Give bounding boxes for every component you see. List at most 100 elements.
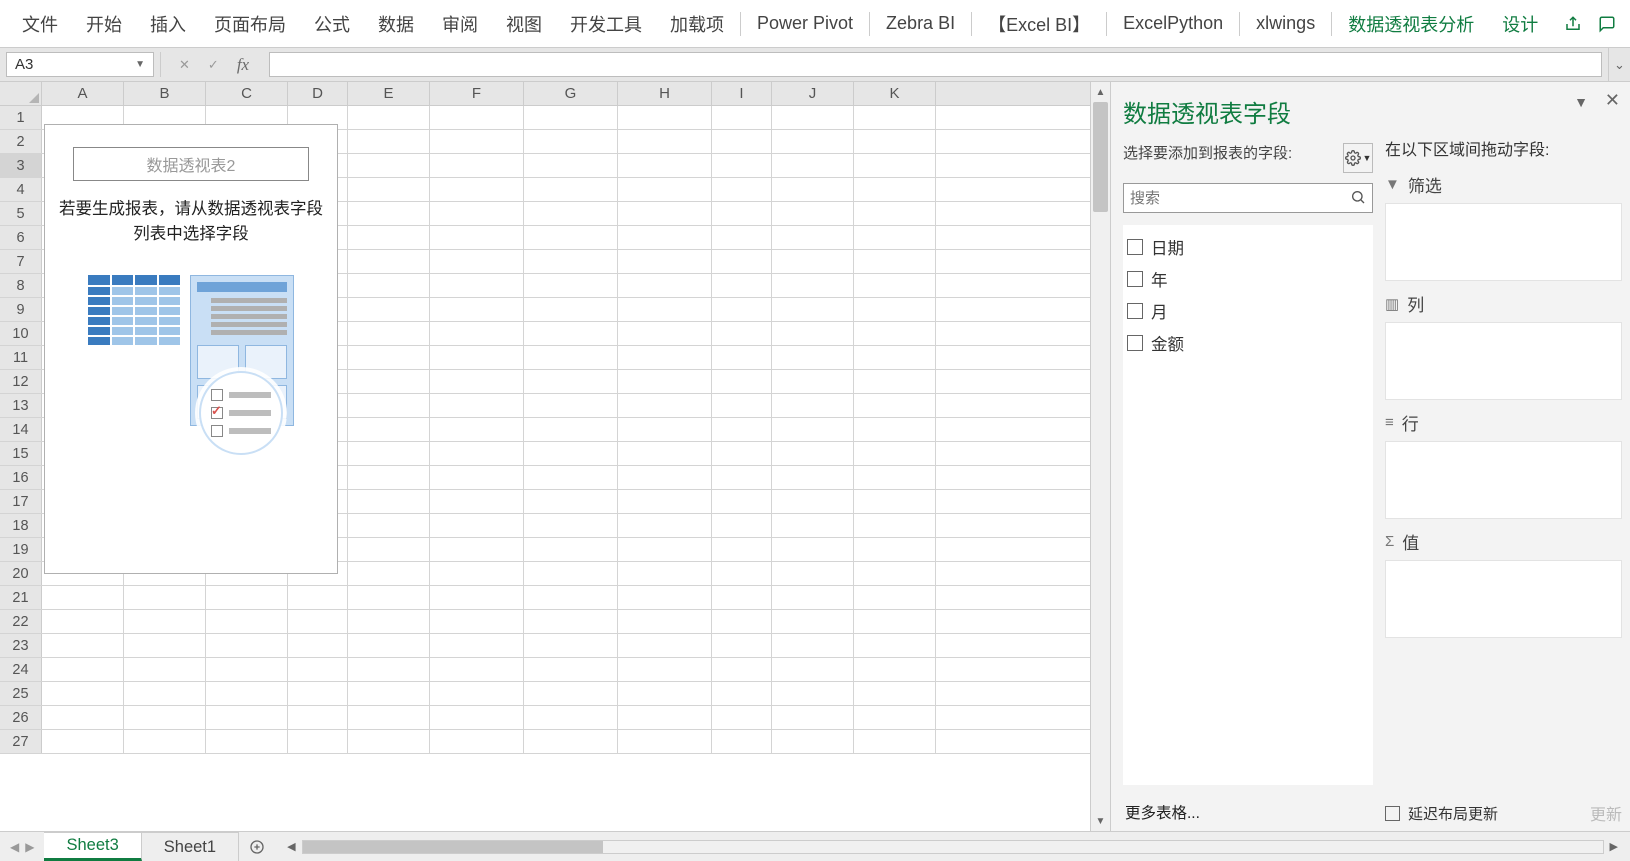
cell[interactable] <box>772 202 854 225</box>
cell[interactable] <box>348 178 430 201</box>
ribbon-tab-excelpython[interactable]: ExcelPython <box>1109 5 1237 42</box>
row-header[interactable]: 5 <box>0 202 42 225</box>
cell[interactable] <box>712 682 772 705</box>
cell[interactable] <box>430 106 524 129</box>
cell[interactable] <box>348 106 430 129</box>
cell[interactable] <box>288 706 348 729</box>
row-header[interactable]: 27 <box>0 730 42 753</box>
cell[interactable] <box>618 586 712 609</box>
cell[interactable] <box>430 250 524 273</box>
cell[interactable] <box>42 634 124 657</box>
cell[interactable] <box>854 154 936 177</box>
cell[interactable] <box>618 634 712 657</box>
ribbon-tab-insert[interactable]: 插入 <box>136 3 200 45</box>
cell[interactable] <box>524 202 618 225</box>
cell[interactable] <box>618 202 712 225</box>
cell[interactable] <box>430 610 524 633</box>
ribbon-tab-developer[interactable]: 开发工具 <box>556 3 656 45</box>
cell[interactable] <box>854 466 936 489</box>
cell[interactable] <box>712 610 772 633</box>
column-header-H[interactable]: H <box>618 82 712 105</box>
row-header[interactable]: 21 <box>0 586 42 609</box>
filter-zone[interactable]: ▼筛选 <box>1385 172 1622 281</box>
cell[interactable] <box>348 682 430 705</box>
column-header-G[interactable]: G <box>524 82 618 105</box>
cell[interactable] <box>712 730 772 753</box>
cell[interactable] <box>854 106 936 129</box>
row-header[interactable]: 1 <box>0 106 42 129</box>
cell[interactable] <box>618 370 712 393</box>
cell[interactable] <box>206 730 288 753</box>
cell[interactable] <box>618 322 712 345</box>
cell[interactable] <box>712 154 772 177</box>
row-header[interactable]: 18 <box>0 514 42 537</box>
cell[interactable] <box>854 634 936 657</box>
chevron-down-icon[interactable]: ▼ <box>135 59 145 70</box>
cell[interactable] <box>524 346 618 369</box>
column-header-F[interactable]: F <box>430 82 524 105</box>
cell[interactable] <box>712 538 772 561</box>
cell[interactable] <box>712 202 772 225</box>
cell[interactable] <box>348 346 430 369</box>
cell[interactable] <box>618 154 712 177</box>
cell[interactable] <box>430 682 524 705</box>
cell[interactable] <box>348 538 430 561</box>
cell[interactable] <box>854 226 936 249</box>
cell[interactable] <box>712 106 772 129</box>
cell[interactable] <box>42 658 124 681</box>
cell[interactable] <box>348 250 430 273</box>
close-icon[interactable]: ✕ <box>1605 90 1620 111</box>
cell[interactable] <box>712 178 772 201</box>
field-item[interactable]: 日期 <box>1125 231 1371 263</box>
cell[interactable] <box>124 706 206 729</box>
cell[interactable] <box>712 226 772 249</box>
cell[interactable] <box>430 586 524 609</box>
ribbon-tab-powerpivot[interactable]: Power Pivot <box>743 5 867 42</box>
field-checkbox[interactable] <box>1127 335 1143 351</box>
cell[interactable] <box>430 442 524 465</box>
cell[interactable] <box>618 346 712 369</box>
cell[interactable] <box>712 418 772 441</box>
row-header[interactable]: 14 <box>0 418 42 441</box>
cell[interactable] <box>854 658 936 681</box>
cell[interactable] <box>712 586 772 609</box>
field-item[interactable]: 月 <box>1125 295 1371 327</box>
cell[interactable] <box>124 610 206 633</box>
ribbon-tab-home[interactable]: 开始 <box>72 3 136 45</box>
cell[interactable] <box>430 562 524 585</box>
cell[interactable] <box>288 634 348 657</box>
cell[interactable] <box>348 298 430 321</box>
cell[interactable] <box>712 346 772 369</box>
cell[interactable] <box>348 442 430 465</box>
cell[interactable] <box>712 394 772 417</box>
cell[interactable] <box>348 466 430 489</box>
cell[interactable] <box>124 730 206 753</box>
cell[interactable] <box>524 370 618 393</box>
ribbon-tab-view[interactable]: 视图 <box>492 3 556 45</box>
cell[interactable] <box>524 682 618 705</box>
cell[interactable] <box>712 250 772 273</box>
row-header[interactable]: 15 <box>0 442 42 465</box>
row-header[interactable]: 26 <box>0 706 42 729</box>
cell[interactable] <box>430 274 524 297</box>
cell[interactable] <box>772 154 854 177</box>
cell[interactable] <box>288 658 348 681</box>
ribbon-tab-xlwings[interactable]: xlwings <box>1242 5 1329 42</box>
cell[interactable] <box>712 466 772 489</box>
sheet-nav-prev-icon[interactable]: ◀ <box>10 840 19 854</box>
row-header[interactable]: 23 <box>0 634 42 657</box>
cell[interactable] <box>348 562 430 585</box>
cell[interactable] <box>430 514 524 537</box>
cell[interactable] <box>430 178 524 201</box>
cell[interactable] <box>348 418 430 441</box>
cell[interactable] <box>618 178 712 201</box>
cell[interactable] <box>854 322 936 345</box>
cell[interactable] <box>430 730 524 753</box>
cell[interactable] <box>772 226 854 249</box>
cell[interactable] <box>348 322 430 345</box>
cell[interactable] <box>854 274 936 297</box>
cell[interactable] <box>524 226 618 249</box>
cell[interactable] <box>524 586 618 609</box>
cell[interactable] <box>772 658 854 681</box>
cell[interactable] <box>772 610 854 633</box>
